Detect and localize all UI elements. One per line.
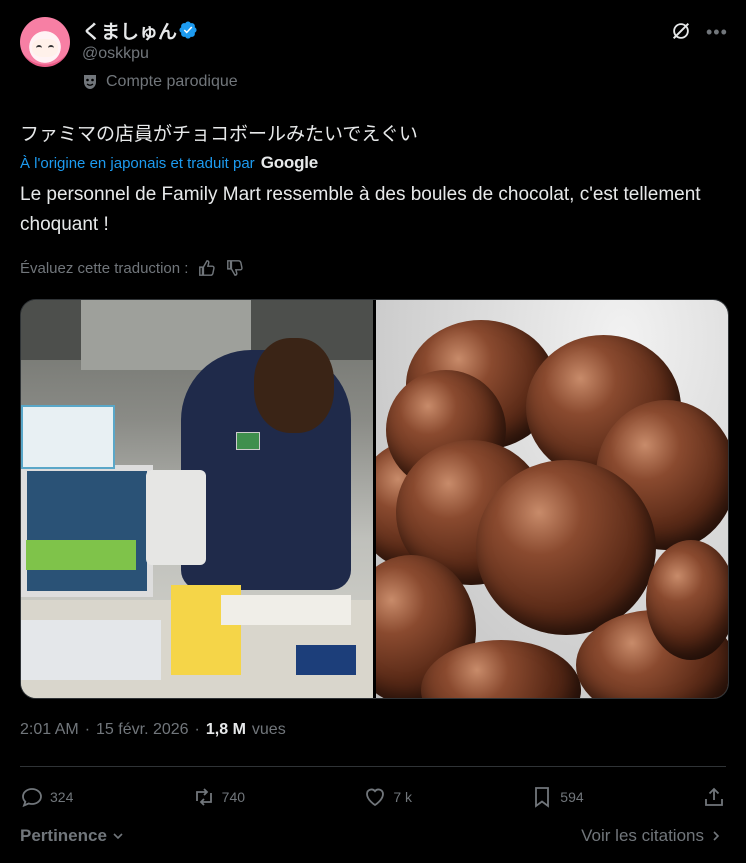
avatar-face <box>32 39 58 57</box>
like-button[interactable]: 7 k <box>363 785 412 809</box>
bookmark-button[interactable]: 594 <box>530 785 584 809</box>
rate-translation: Évaluez cette traduction : <box>20 259 244 277</box>
heart-icon <box>366 788 385 807</box>
tweet-translation-text: Le personnel de Family Mart ressemble à … <box>20 184 701 235</box>
repost-button[interactable]: 740 <box>192 785 245 809</box>
like-count: 7 k <box>393 789 412 805</box>
reply-icon <box>22 788 42 808</box>
tweet-actions: 324 740 7 k 594 <box>20 785 726 809</box>
grok-icon[interactable] <box>670 20 692 42</box>
bookmark-count: 594 <box>560 789 584 805</box>
divider <box>20 766 726 767</box>
tweet-original-text: ファミマの店員がチョコボールみたいでえぐい <box>20 124 418 145</box>
chevron-down-icon <box>113 833 123 840</box>
sort-label[interactable]: Pertinence <box>20 826 107 846</box>
store-clerk-photo[interactable] <box>21 300 373 698</box>
sort-dropdown[interactable]: Pertinence <box>20 826 125 846</box>
thumbs-up-icon[interactable] <box>198 259 216 277</box>
tweet-media[interactable] <box>20 299 729 699</box>
thumbs-down-icon[interactable] <box>226 259 244 277</box>
translation-attribution[interactable]: À l'origine en japonais et traduit par G… <box>20 153 318 173</box>
meta-separator: · <box>194 721 200 738</box>
tweet-date[interactable]: 15 févr. 2026 <box>96 721 189 739</box>
repost-icon <box>195 788 212 806</box>
share-icon <box>705 787 723 806</box>
parody-label-text: Compte parodique <box>106 73 238 90</box>
share-button[interactable] <box>702 785 726 809</box>
chocolate-balls-photo[interactable] <box>376 300 728 698</box>
avatar-eye <box>48 45 54 51</box>
avatar-eye <box>36 45 42 51</box>
views-count: 1,8 M <box>205 721 246 738</box>
chevron-right-icon <box>713 831 720 841</box>
bookmark-icon <box>535 787 550 808</box>
translated-by-label[interactable]: À l'origine en japonais et traduit par <box>20 155 255 172</box>
author-name[interactable]: くましゅん <box>82 17 177 44</box>
repost-count: 740 <box>221 789 246 805</box>
avatar[interactable] <box>20 17 70 67</box>
reply-count: 324 <box>50 789 74 805</box>
reply-button[interactable]: 324 <box>20 785 73 809</box>
more-options-icon[interactable]: ••• <box>706 22 728 43</box>
meta-separator: · <box>84 721 91 738</box>
parody-label: Compte parodique <box>82 73 238 91</box>
rate-translation-label: Évaluez cette traduction : <box>20 259 189 277</box>
theater-mask-icon <box>84 75 96 89</box>
verified-badge-icon[interactable] <box>178 20 198 40</box>
author-handle[interactable]: @oskkpu <box>82 45 149 63</box>
view-quotes-label[interactable]: Voir les citations <box>581 826 704 846</box>
google-logo: Google <box>260 153 319 172</box>
views-label: vues <box>251 721 286 738</box>
view-quotes-link[interactable]: Voir les citations <box>581 826 722 846</box>
tweet-meta: 2:01 AM · 15 févr. 2026 · 1,8 M vues <box>20 721 286 739</box>
tweet-time[interactable]: 2:01 AM <box>20 721 79 739</box>
